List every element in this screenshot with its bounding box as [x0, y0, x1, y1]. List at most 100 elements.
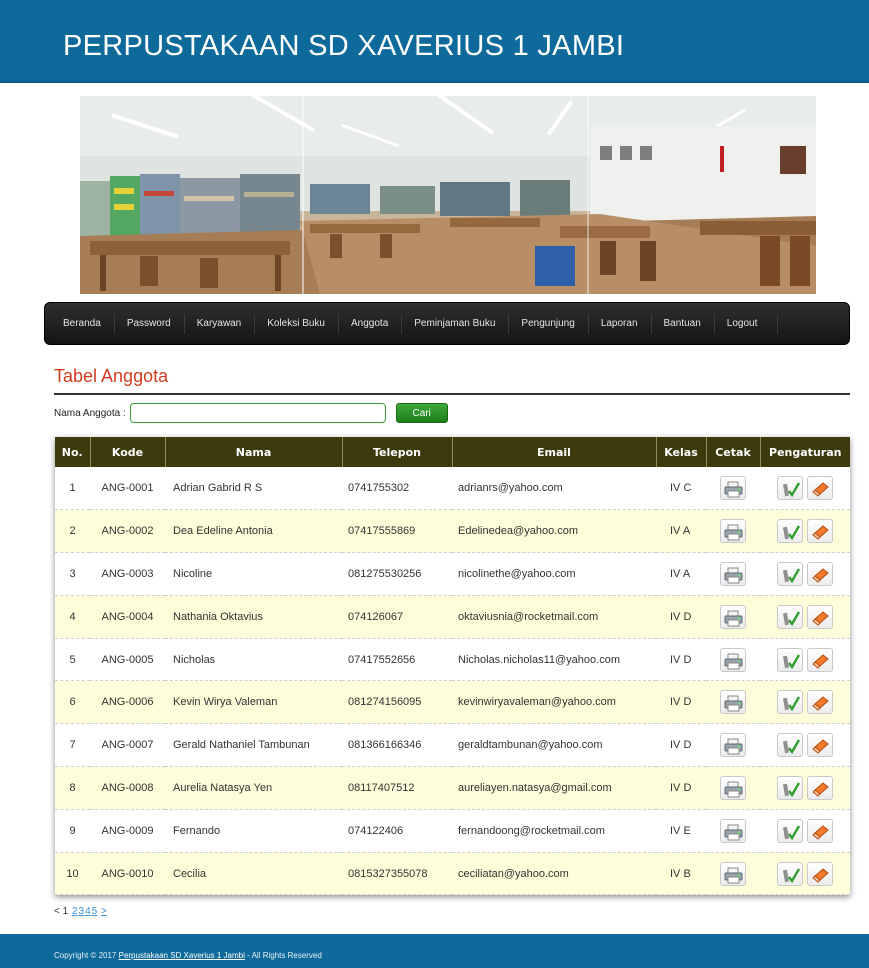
header-kode: Kode — [90, 437, 166, 467]
edit-icon[interactable] — [777, 561, 803, 586]
table-row: 3 ANG-0003 Nicoline 081275530256 nicolinethe… — [55, 552, 850, 596]
print-icon[interactable] — [720, 476, 746, 501]
cell-telepon: 074122406 — [342, 809, 452, 853]
nav-item-logout[interactable]: Logout — [715, 313, 779, 334]
nav-item-anggota[interactable]: Anggota — [339, 313, 403, 334]
cell-cetak — [706, 852, 760, 896]
cell-telepon: 074126067 — [342, 595, 452, 639]
edit-icon[interactable] — [777, 818, 803, 843]
edit-icon[interactable] — [777, 647, 803, 672]
cell-email: fernandoong@rocketmail.com — [452, 809, 656, 853]
table-row: 9 ANG-0009 Fernando 074122406 fernandoong@ro… — [55, 809, 850, 853]
print-icon[interactable] — [720, 604, 746, 629]
delete-icon[interactable] — [807, 519, 833, 544]
search-bar: Nama Anggota : Cari — [54, 402, 448, 424]
nav-item-koleksi-buku[interactable]: Koleksi Buku — [255, 313, 339, 334]
edit-icon[interactable] — [777, 861, 803, 886]
delete-icon[interactable] — [807, 861, 833, 886]
copyright-link[interactable]: Perpustakaan SD Xaverius 1 Jambi — [119, 951, 245, 960]
cell-kode: ANG-0004 — [90, 595, 165, 639]
cell-no: 2 — [55, 509, 90, 554]
nav-item-laporan[interactable]: Laporan — [589, 313, 652, 334]
delete-icon[interactable] — [807, 476, 833, 501]
pagination-page-3[interactable]: 3 — [79, 906, 85, 917]
cell-cetak — [706, 723, 760, 768]
search-button[interactable]: Cari — [395, 403, 448, 423]
delete-icon[interactable] — [807, 818, 833, 843]
nav-item-bantuan[interactable]: Bantuan — [652, 313, 715, 334]
print-icon[interactable] — [720, 561, 746, 586]
pagination-page-5[interactable]: 5 — [92, 906, 98, 917]
print-icon[interactable] — [720, 775, 746, 800]
print-icon[interactable] — [720, 818, 746, 843]
nav-item-pengunjung[interactable]: Pengunjung — [509, 313, 589, 334]
cell-kode: ANG-0008 — [90, 766, 165, 810]
print-icon[interactable] — [720, 733, 746, 758]
cell-nama: Nicholas — [165, 638, 342, 682]
copyright-prefix: Copyright © 2017 — [54, 951, 119, 960]
edit-icon[interactable] — [777, 519, 803, 544]
nav-item-password[interactable]: Password — [115, 313, 185, 334]
print-icon[interactable] — [720, 519, 746, 544]
table-row: 4 ANG-0004 Nathania Oktavius 074126067 oktav… — [55, 595, 850, 639]
cell-nama: Fernando — [165, 809, 342, 853]
cell-kelas: IV B — [656, 852, 706, 896]
print-icon[interactable] — [720, 861, 746, 886]
cell-nama: Aurelia Natasya Yen — [165, 766, 342, 810]
cell-email: geraldtambunan@yahoo.com — [452, 723, 656, 768]
table-row: 1 ANG-0001 Adrian Gabrid R S 0741755302 adri… — [55, 467, 850, 511]
cell-email: ceciliatan@yahoo.com — [452, 852, 656, 896]
copyright-text: Copyright © 2017 Perpustakaan SD Xaveriu… — [54, 951, 322, 960]
cell-email: Edelinedea@yahoo.com — [452, 509, 656, 554]
cell-nama: Gerald Nathaniel Tambunan — [165, 723, 342, 768]
cell-kelas: IV A — [656, 509, 706, 554]
delete-icon[interactable] — [807, 690, 833, 715]
pagination: < 1 2345 > — [54, 906, 107, 917]
nav-item-karyawan[interactable]: Karyawan — [185, 313, 256, 334]
cell-pengaturan — [760, 766, 850, 810]
print-icon[interactable] — [720, 690, 746, 715]
delete-icon[interactable] — [807, 775, 833, 800]
edit-icon[interactable] — [777, 476, 803, 501]
pagination-page-2[interactable]: 2 — [72, 906, 78, 917]
print-icon[interactable] — [720, 647, 746, 672]
cell-no: 8 — [55, 766, 90, 810]
pagination-page-4[interactable]: 4 — [85, 906, 91, 917]
cell-no: 3 — [55, 552, 90, 596]
cell-email: kevinwiryavaleman@yahoo.com — [452, 680, 656, 725]
nav-item-beranda[interactable]: Beranda — [51, 313, 115, 334]
edit-icon[interactable] — [777, 604, 803, 629]
nav-item-peminjaman-buku[interactable]: Peminjaman Buku — [402, 313, 510, 334]
cell-kode: ANG-0001 — [90, 467, 165, 511]
delete-icon[interactable] — [807, 733, 833, 758]
cell-cetak — [706, 766, 760, 810]
cell-no: 6 — [55, 680, 90, 725]
edit-icon[interactable] — [777, 775, 803, 800]
cell-kode: ANG-0010 — [90, 852, 165, 896]
site-footer: Copyright © 2017 Perpustakaan SD Xaveriu… — [0, 934, 869, 968]
cell-cetak — [706, 467, 760, 511]
cell-nama: Cecilia — [165, 852, 342, 896]
cell-telepon: 081366166346 — [342, 723, 452, 768]
cell-telepon: 0815327355078 — [342, 852, 452, 896]
delete-icon[interactable] — [807, 561, 833, 586]
cell-cetak — [706, 509, 760, 554]
cell-no: 4 — [55, 595, 90, 639]
delete-icon[interactable] — [807, 604, 833, 629]
search-input[interactable] — [129, 403, 386, 423]
cell-pengaturan — [760, 509, 850, 554]
edit-icon[interactable] — [777, 733, 803, 758]
cell-cetak — [706, 638, 760, 682]
cell-pengaturan — [760, 595, 850, 639]
delete-icon[interactable] — [807, 647, 833, 672]
cell-email: aureliayen.natasya@gmail.com — [452, 766, 656, 810]
edit-icon[interactable] — [777, 690, 803, 715]
pagination-next[interactable]: > — [101, 906, 107, 917]
header-cetak: Cetak — [706, 437, 761, 467]
cell-nama: Nicoline — [165, 552, 342, 596]
cell-cetak — [706, 595, 760, 639]
cell-kode: ANG-0005 — [90, 638, 165, 682]
cell-no: 10 — [55, 852, 90, 896]
cell-pengaturan — [760, 809, 850, 853]
cell-cetak — [706, 680, 760, 725]
